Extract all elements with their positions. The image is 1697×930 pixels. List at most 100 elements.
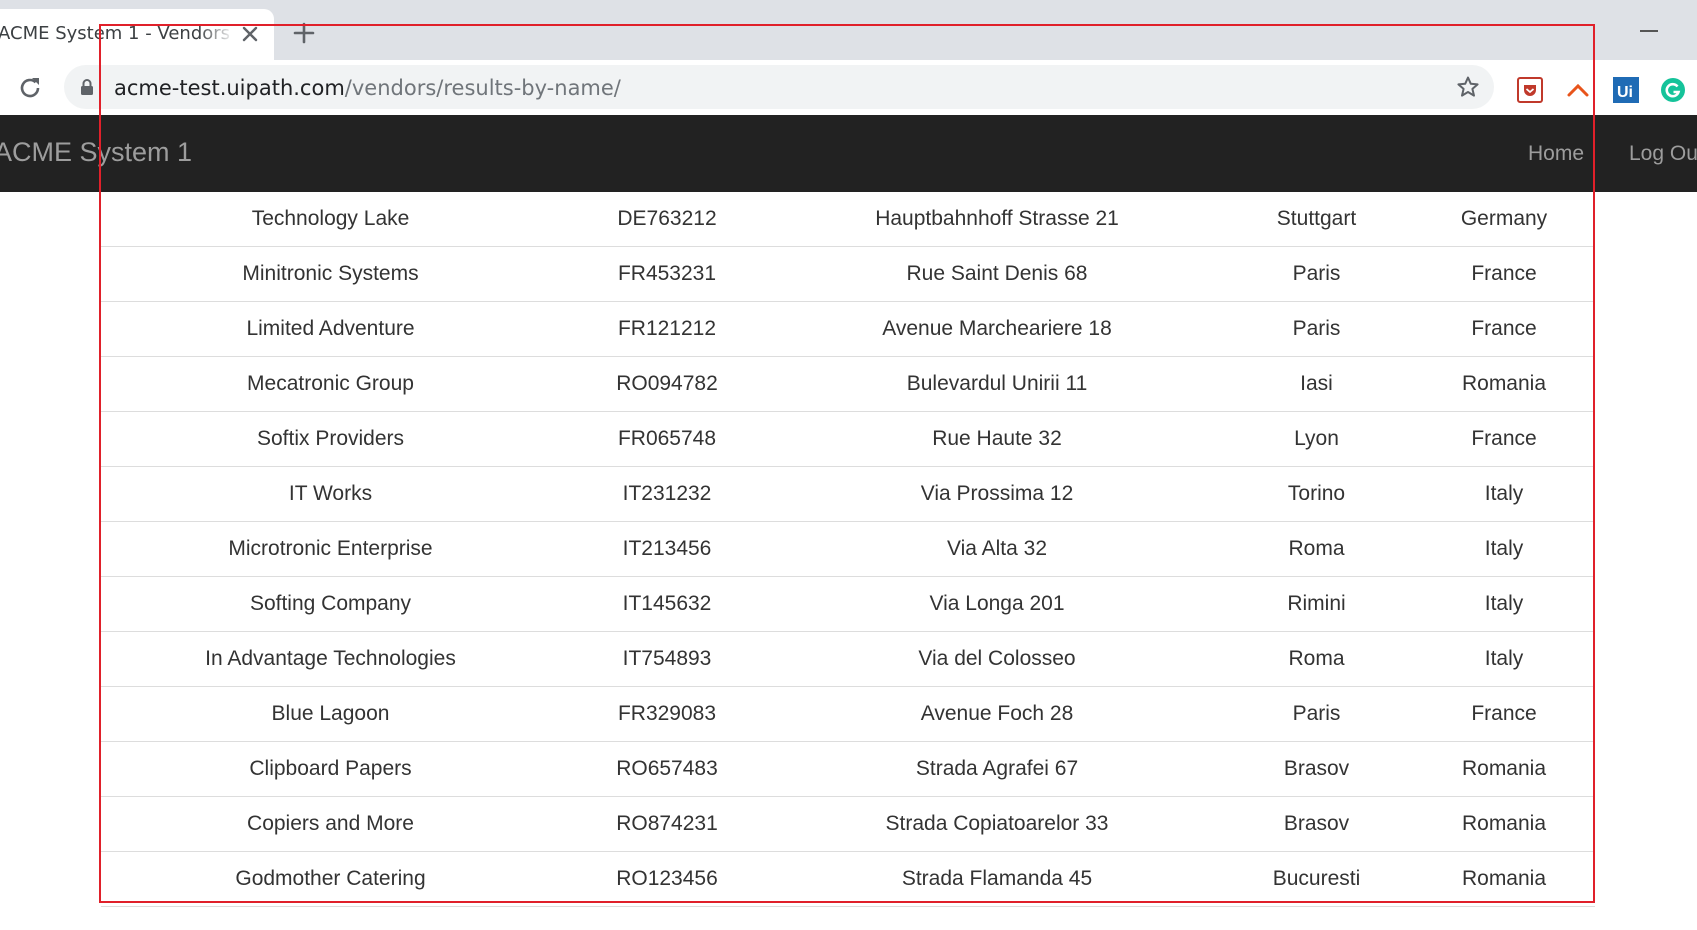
address-cell: Strada Agrafei 67 (774, 741, 1220, 797)
country-cell: Romania (1413, 356, 1595, 412)
address-cell: Via del Colosseo (774, 631, 1220, 687)
app-navbar: ACME System 1 Home Log Out (0, 115, 1697, 192)
tax-id-cell: IT231232 (560, 466, 774, 522)
tax-id-cell: FR065748 (560, 411, 774, 467)
svg-text:Ui: Ui (1617, 84, 1633, 101)
city-cell: Paris (1220, 301, 1413, 357)
city-cell: Iasi (1220, 356, 1413, 412)
city-cell: Rimini (1220, 576, 1413, 632)
table-row[interactable]: Limited Adventure FR121212 Avenue Marchear… (101, 301, 1595, 357)
table-row[interactable]: In Advantage Technologies IT754893 Via del… (101, 631, 1595, 687)
table-row[interactable]: Microtronic Enterprise IT213456 Via Alta 3… (101, 521, 1595, 577)
tax-id-cell: FR121212 (560, 301, 774, 357)
tab-title: ACME System 1 - Vendors - Search (0, 23, 234, 44)
address-cell: Strada Copiatoarelor 33 (774, 796, 1220, 852)
browser-tab[interactable]: ACME System 1 - Vendors - Search (0, 9, 274, 60)
table-row[interactable]: Godmother Catering RO123456 Strada Flamand… (101, 851, 1595, 907)
tax-id-cell: IT145632 (560, 576, 774, 632)
tax-id-cell: RO123456 (560, 851, 774, 907)
browser-toolbar: acme-test.uipath.com/vendors/results-by-… (0, 60, 1697, 115)
tax-id-cell: RO657483 (560, 741, 774, 797)
bookmark-star-icon[interactable] (1456, 75, 1480, 99)
vendor-name-cell: Microtronic Enterprise (101, 521, 560, 577)
lock-icon[interactable] (80, 78, 94, 96)
table-row[interactable]: Technology Lake DE763212 Hauptbahnhoff Str… (101, 192, 1595, 247)
tax-id-cell: IT754893 (560, 631, 774, 687)
reload-icon[interactable] (16, 74, 44, 102)
city-cell: Roma (1220, 521, 1413, 577)
country-cell: France (1413, 411, 1595, 467)
country-cell: Romania (1413, 796, 1595, 852)
close-icon[interactable] (239, 23, 261, 45)
country-cell: Italy (1413, 521, 1595, 577)
city-cell: Lyon (1220, 411, 1413, 467)
tax-id-cell: RO094782 (560, 356, 774, 412)
vendor-table-body: Technology Lake DE763212 Hauptbahnhoff Str… (101, 192, 1595, 907)
pocket-extension-icon[interactable] (1517, 77, 1543, 103)
vendor-name-cell: Limited Adventure (101, 301, 560, 357)
app-brand[interactable]: ACME System 1 (0, 137, 192, 168)
grammarly-extension-icon[interactable] (1660, 77, 1686, 103)
nav-home-link[interactable]: Home (1528, 142, 1584, 166)
address-cell: Hauptbahnhoff Strasse 21 (774, 192, 1220, 247)
address-cell: Rue Saint Denis 68 (774, 246, 1220, 302)
country-cell: France (1413, 301, 1595, 357)
caret-up-extension-icon[interactable] (1565, 77, 1591, 103)
vendor-table: Technology Lake DE763212 Hauptbahnhoff Str… (101, 192, 1595, 907)
address-cell: Via Longa 201 (774, 576, 1220, 632)
country-cell: France (1413, 686, 1595, 742)
address-cell: Avenue Foch 28 (774, 686, 1220, 742)
vendor-name-cell: Mecatronic Group (101, 356, 560, 412)
vendor-name-cell: Copiers and More (101, 796, 560, 852)
country-cell: France (1413, 246, 1595, 302)
tax-id-cell: DE763212 (560, 192, 774, 247)
table-row[interactable]: Copiers and More RO874231 Strada Copiatoar… (101, 796, 1595, 852)
vendor-name-cell: In Advantage Technologies (101, 631, 560, 687)
city-cell: Paris (1220, 246, 1413, 302)
country-cell: Germany (1413, 192, 1595, 247)
city-cell: Stuttgart (1220, 192, 1413, 247)
city-cell: Bucuresti (1220, 851, 1413, 907)
city-cell: Brasov (1220, 741, 1413, 797)
table-row[interactable]: Softing Company IT145632 Via Longa 201 Rimi… (101, 576, 1595, 632)
address-cell: Via Prossima 12 (774, 466, 1220, 522)
table-row[interactable]: IT Works IT231232 Via Prossima 12 Torino Ita… (101, 466, 1595, 522)
address-cell: Avenue Marcheariere 18 (774, 301, 1220, 357)
country-cell: Italy (1413, 576, 1595, 632)
vendor-name-cell: Softing Company (101, 576, 560, 632)
uipath-extension-icon[interactable]: Ui (1613, 77, 1639, 103)
city-cell: Torino (1220, 466, 1413, 522)
country-cell: Romania (1413, 851, 1595, 907)
country-cell: Italy (1413, 466, 1595, 522)
vendor-name-cell: Godmother Catering (101, 851, 560, 907)
country-cell: Romania (1413, 741, 1595, 797)
url-text[interactable]: acme-test.uipath.com/vendors/results-by-… (114, 76, 621, 100)
table-row[interactable]: Blue Lagoon FR329083 Avenue Foch 28 Paris Fr… (101, 686, 1595, 742)
table-row[interactable]: Clipboard Papers RO657483 Strada Agrafei 6… (101, 741, 1595, 797)
browser-tab-strip: ACME System 1 - Vendors - Search (0, 0, 1697, 60)
vendor-results: Technology Lake DE763212 Hauptbahnhoff Str… (101, 192, 1595, 907)
address-cell: Rue Haute 32 (774, 411, 1220, 467)
url-host: acme-test.uipath.com (114, 76, 345, 100)
table-row[interactable]: Softix Providers FR065748 Rue Haute 32 Lyon… (101, 411, 1595, 467)
minimize-icon[interactable] (1640, 30, 1658, 32)
tax-id-cell: FR329083 (560, 686, 774, 742)
vendor-name-cell: Technology Lake (101, 192, 560, 247)
address-cell: Bulevardul Unirii 11 (774, 356, 1220, 412)
url-path: /vendors/results-by-name/ (344, 76, 621, 100)
tax-id-cell: RO874231 (560, 796, 774, 852)
address-cell: Via Alta 32 (774, 521, 1220, 577)
country-cell: Italy (1413, 631, 1595, 687)
address-cell: Strada Flamanda 45 (774, 851, 1220, 907)
table-row[interactable]: Mecatronic Group RO094782 Bulevardul Uniri… (101, 356, 1595, 412)
city-cell: Roma (1220, 631, 1413, 687)
vendor-name-cell: Softix Providers (101, 411, 560, 467)
city-cell: Brasov (1220, 796, 1413, 852)
table-row[interactable]: Minitronic Systems FR453231 Rue Saint Deni… (101, 246, 1595, 302)
city-cell: Paris (1220, 686, 1413, 742)
nav-logout-link[interactable]: Log Out (1629, 142, 1697, 166)
address-bar[interactable]: acme-test.uipath.com/vendors/results-by-… (64, 65, 1494, 109)
new-tab-plus-icon[interactable] (293, 22, 315, 44)
tax-id-cell: FR453231 (560, 246, 774, 302)
vendor-name-cell: Clipboard Papers (101, 741, 560, 797)
